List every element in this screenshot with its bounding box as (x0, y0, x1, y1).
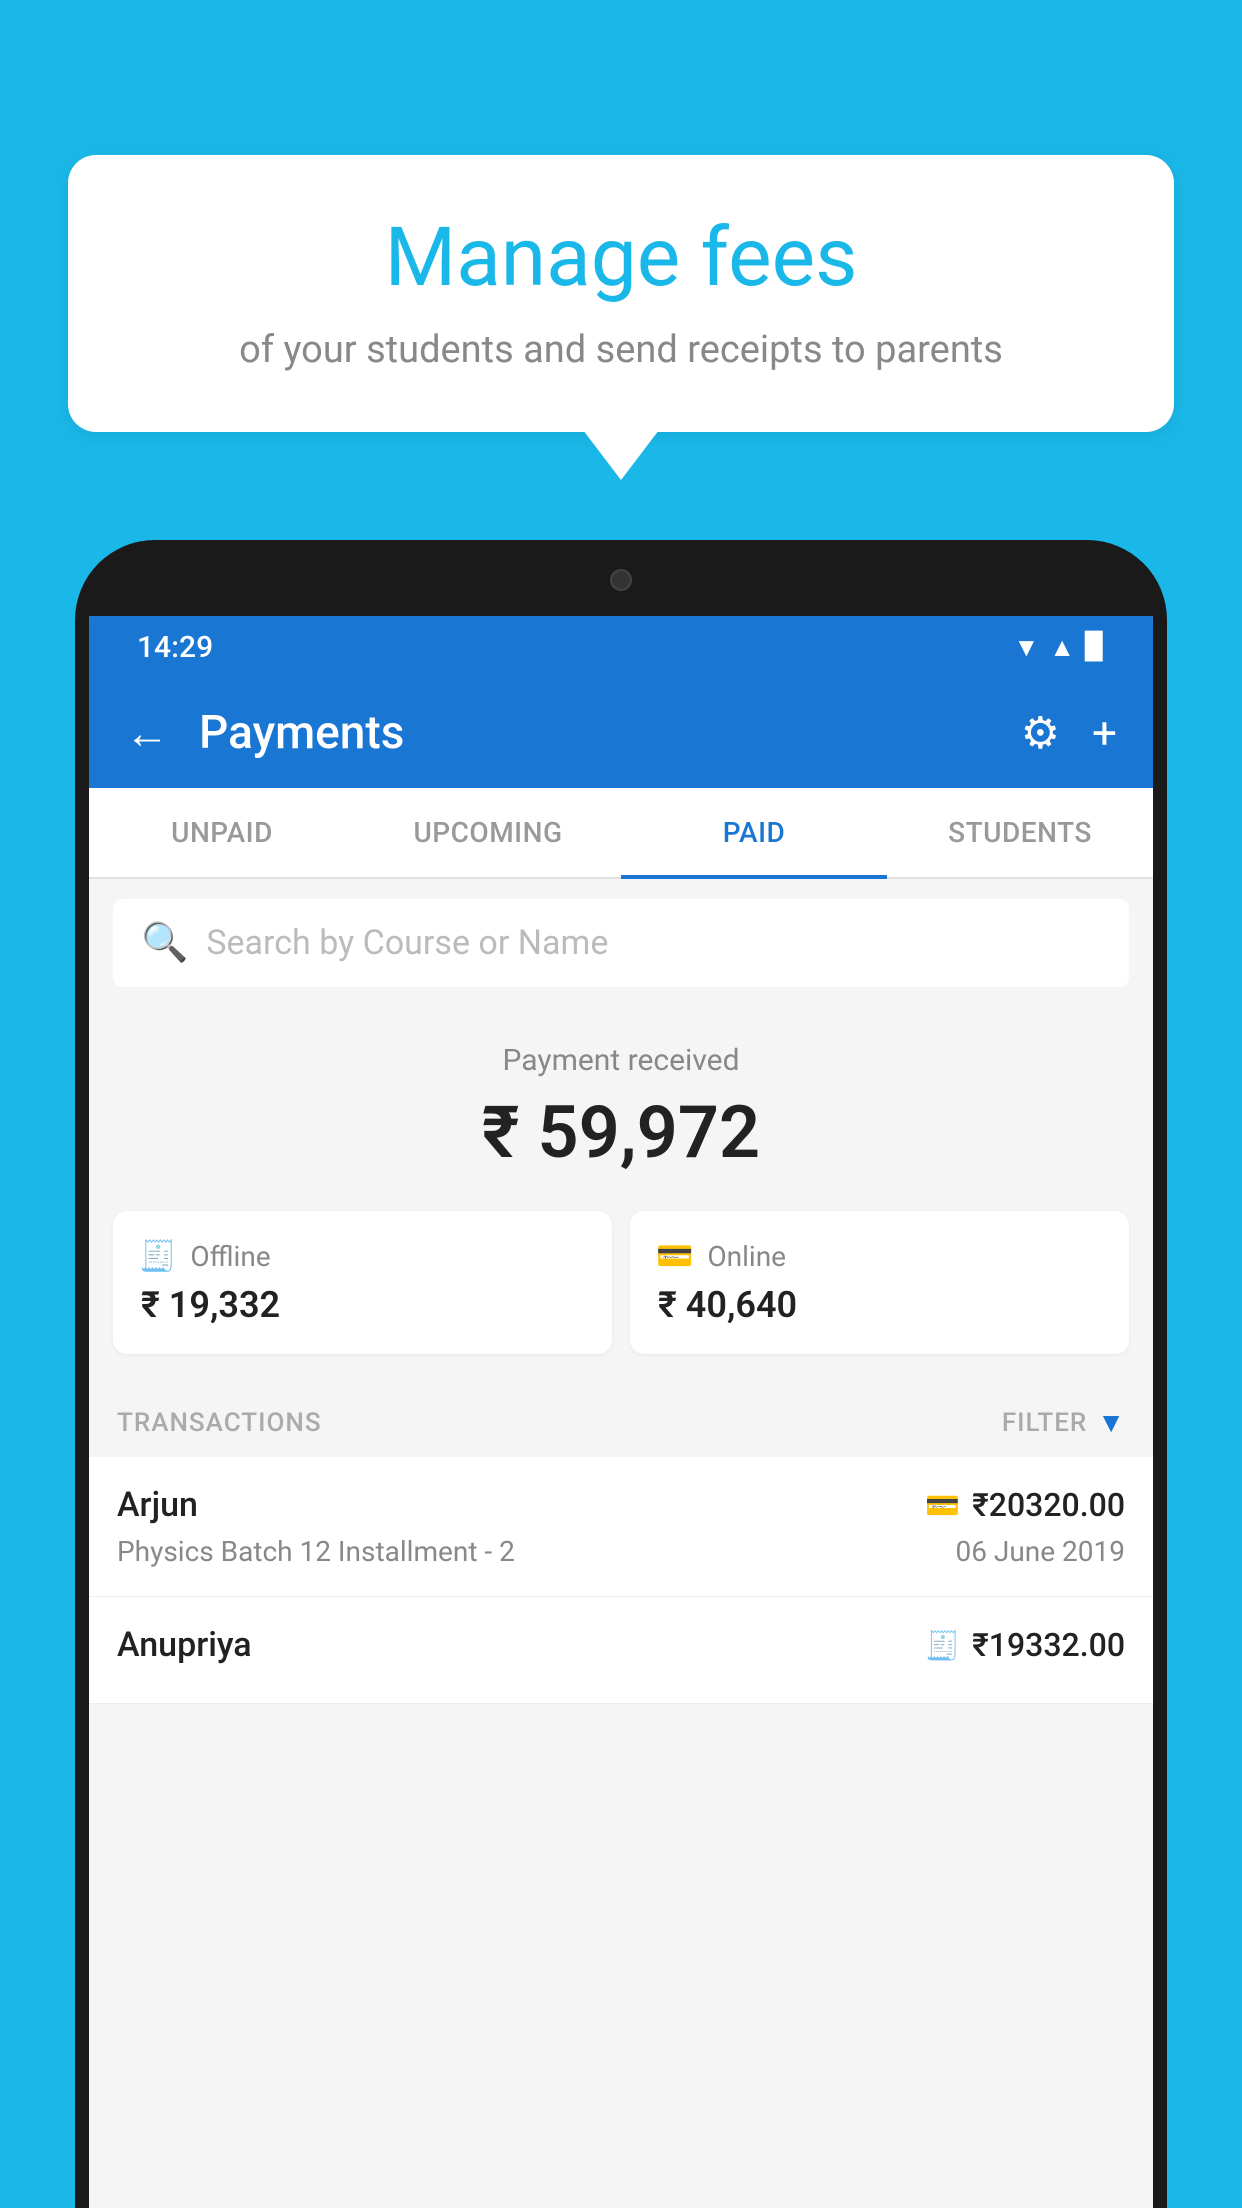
signal-icon: ▲ (1049, 632, 1075, 663)
online-card: 💳 Online ₹ 40,640 (630, 1211, 1129, 1354)
screen-content: 🔍 Search by Course or Name Payment recei… (89, 879, 1153, 2208)
payment-cards: 🧾 Offline ₹ 19,332 💳 Online ₹ 40,640 (89, 1203, 1153, 1382)
battery-icon: ▉ (1085, 632, 1105, 662)
transaction-name: Arjun (117, 1485, 198, 1525)
tab-paid[interactable]: PAID (621, 788, 887, 877)
transactions-header: TRANSACTIONS FILTER ▼ (89, 1382, 1153, 1457)
status-icons: ▼ ▲ ▉ (1014, 632, 1105, 663)
tab-upcoming[interactable]: UPCOMING (355, 788, 621, 877)
offline-payment-icon: 🧾 (925, 1629, 960, 1662)
offline-amount: ₹ 19,332 (139, 1284, 586, 1326)
payment-received-label: Payment received (113, 1043, 1129, 1078)
bubble-title: Manage fees (128, 210, 1114, 306)
phone-inner: 14:29 ▼ ▲ ▉ ← Payments ⚙ + UNPAID (89, 554, 1153, 2208)
transactions-label: TRANSACTIONS (117, 1408, 322, 1438)
phone-frame: 14:29 ▼ ▲ ▉ ← Payments ⚙ + UNPAID (75, 540, 1167, 2208)
transaction-course: Physics Batch 12 Installment - 2 (117, 1535, 515, 1568)
online-icon: 💳 (656, 1239, 693, 1274)
transaction-row[interactable]: Arjun 💳 ₹20320.00 Physics Batch 12 Insta… (89, 1457, 1153, 1597)
search-icon: 🔍 (141, 921, 188, 965)
transaction-amount-section: 💳 ₹20320.00 (925, 1486, 1125, 1524)
app-bar-icons: ⚙ + (1021, 707, 1117, 759)
back-button[interactable]: ← (125, 707, 169, 759)
status-bar: 14:29 ▼ ▲ ▉ (89, 616, 1153, 678)
filter-label: FILTER (1002, 1408, 1087, 1438)
filter-button[interactable]: FILTER ▼ (1002, 1406, 1125, 1439)
search-input-placeholder: Search by Course or Name (206, 923, 608, 963)
settings-icon[interactable]: ⚙ (1021, 707, 1060, 759)
search-bar[interactable]: 🔍 Search by Course or Name (113, 899, 1129, 987)
transaction-date: 06 June 2019 (955, 1535, 1125, 1568)
online-amount: ₹ 40,640 (656, 1284, 1103, 1326)
phone-screen: 14:29 ▼ ▲ ▉ ← Payments ⚙ + UNPAID (89, 616, 1153, 2208)
phone-notch (531, 554, 711, 606)
offline-card: 🧾 Offline ₹ 19,332 (113, 1211, 612, 1354)
speech-bubble-container: Manage fees of your students and send re… (68, 155, 1174, 432)
transaction-name: Anupriya (117, 1625, 252, 1665)
offline-label: Offline (190, 1240, 270, 1273)
tab-students[interactable]: STUDENTS (887, 788, 1153, 877)
transaction-amount: ₹19332.00 (972, 1626, 1125, 1664)
transaction-amount: ₹20320.00 (972, 1486, 1125, 1524)
app-bar: ← Payments ⚙ + (89, 678, 1153, 788)
app-title: Payments (199, 706, 991, 760)
bubble-subtitle: of your students and send receipts to pa… (128, 328, 1114, 372)
filter-icon: ▼ (1097, 1406, 1125, 1439)
transaction-amount-section: 🧾 ₹19332.00 (925, 1626, 1125, 1664)
add-icon[interactable]: + (1092, 707, 1117, 759)
online-payment-icon: 💳 (925, 1489, 960, 1522)
tabs-container: UNPAID UPCOMING PAID STUDENTS (89, 788, 1153, 879)
tab-unpaid[interactable]: UNPAID (89, 788, 355, 877)
payment-summary: Payment received ₹ 59,972 (89, 1007, 1153, 1203)
online-label: Online (707, 1240, 786, 1273)
speech-bubble: Manage fees of your students and send re… (68, 155, 1174, 432)
transaction-row[interactable]: Anupriya 🧾 ₹19332.00 (89, 1597, 1153, 1704)
payment-total-amount: ₹ 59,972 (113, 1090, 1129, 1175)
offline-icon: 🧾 (139, 1239, 176, 1274)
camera-dot (610, 569, 632, 591)
status-time: 14:29 (137, 630, 213, 665)
wifi-icon: ▼ (1014, 632, 1040, 663)
